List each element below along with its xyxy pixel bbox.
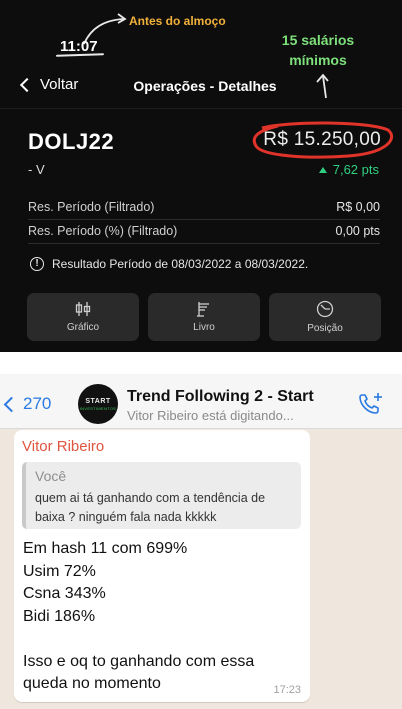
position-button-label: Posição bbox=[307, 323, 343, 334]
message-bubble[interactable]: Vitor Ribeiro Você quem ai tá ganhando c… bbox=[14, 430, 310, 702]
chart-button[interactable]: Gráfico bbox=[27, 293, 139, 341]
info-icon: ! bbox=[30, 257, 44, 271]
book-button[interactable]: Livro bbox=[148, 293, 260, 341]
price-value: R$ 15.250,00 bbox=[263, 129, 381, 150]
clock-underline bbox=[55, 53, 105, 57]
result-label: Res. Período (Filtrado) bbox=[28, 200, 155, 214]
ticker-symbol: DOLJ22 bbox=[28, 129, 115, 154]
message-sender: Vitor Ribeiro bbox=[22, 438, 105, 455]
result-value: 0,00 pts bbox=[335, 224, 380, 238]
message-time: 17:23 bbox=[273, 684, 301, 696]
message-line: Em hash 11 com 699% bbox=[23, 540, 188, 557]
annotation-up-arrow-icon bbox=[316, 73, 329, 99]
quoted-text: quem ai tá ganhando com a tendência de b… bbox=[35, 491, 266, 524]
status-bar: Antes do almoço 11:07 15 salários mínimo… bbox=[0, 0, 402, 68]
points-value: 7,62 pts bbox=[332, 162, 379, 177]
annotation-salaries-line2: mínimos bbox=[289, 52, 347, 68]
action-buttons: Gráfico Livro Posição bbox=[27, 293, 381, 341]
position-button[interactable]: Posição bbox=[269, 293, 381, 341]
whatsapp-chat-panel: 270 START INVESTIMENTOS Trend Following … bbox=[0, 374, 402, 709]
add-call-icon[interactable] bbox=[358, 392, 384, 416]
header-divider bbox=[0, 108, 402, 109]
avatar-logo-subtext: INVESTIMENTOS bbox=[79, 405, 117, 411]
avatar-logo-text: START bbox=[85, 397, 111, 405]
unread-count: 270 bbox=[23, 394, 52, 413]
page-title: Operações - Detalhes bbox=[133, 78, 277, 94]
result-row-filtered: Res. Período (Filtrado) R$ 0,00 bbox=[28, 198, 380, 220]
result-row-percent-filtered: Res. Período (%) (Filtrado) 0,00 pts bbox=[28, 222, 380, 244]
annotation-salaries: 15 salários mínimos bbox=[262, 30, 374, 70]
group-title[interactable]: Trend Following 2 - Start bbox=[127, 388, 314, 406]
operation-side: - V bbox=[28, 162, 45, 177]
annotation-before-lunch: Antes do almoço bbox=[129, 14, 226, 28]
message-line: Usim 72% bbox=[23, 562, 96, 580]
trading-app-panel: Antes do almoço 11:07 15 salários mínimo… bbox=[0, 0, 402, 352]
message-line: Csna 343% bbox=[23, 585, 106, 602]
quoted-message[interactable]: Você quem ai tá ganhando com a tendência… bbox=[22, 462, 301, 529]
result-value: R$ 0,00 bbox=[336, 200, 380, 214]
chat-back-button[interactable]: 270 bbox=[3, 394, 52, 414]
message-line: Bidi 186% bbox=[23, 607, 96, 625]
typing-status: Vitor Ribeiro está digitando... bbox=[127, 408, 294, 423]
chevron-left-icon bbox=[3, 396, 20, 412]
nav-bar: Voltar Operações - Detalhes bbox=[0, 72, 402, 100]
period-info: ! Resultado Período de 08/03/2022 a 08/0… bbox=[30, 257, 308, 271]
annotation-salaries-line1: 15 salários bbox=[281, 32, 355, 48]
triangle-up-icon bbox=[318, 166, 327, 173]
position-icon bbox=[316, 300, 334, 318]
message-line: Isso e oq to ganhando com essa bbox=[23, 652, 255, 670]
status-clock: 11:07 bbox=[60, 38, 98, 55]
book-button-label: Livro bbox=[193, 322, 215, 333]
points-change: 7,62 pts bbox=[318, 162, 379, 177]
row-divider bbox=[28, 243, 380, 244]
row-divider bbox=[28, 219, 380, 220]
chart-button-label: Gráfico bbox=[66, 322, 100, 333]
chat-header: 270 START INVESTIMENTOS Trend Following … bbox=[0, 374, 402, 429]
quoted-author: Você bbox=[35, 468, 67, 484]
result-label: Res. Período (%) (Filtrado) bbox=[28, 224, 178, 238]
message-line: queda no momento bbox=[23, 675, 161, 692]
book-icon bbox=[197, 302, 209, 317]
period-info-text: Resultado Período de 08/03/2022 a 08/03/… bbox=[52, 257, 309, 271]
group-avatar[interactable]: START INVESTIMENTOS bbox=[78, 384, 118, 424]
price-highlight: R$ 15.250,00 bbox=[248, 120, 396, 160]
message-text: Em hash 11 com 699% Usim 72% Csna 343% B… bbox=[23, 538, 299, 696]
candlestick-icon bbox=[75, 302, 91, 316]
